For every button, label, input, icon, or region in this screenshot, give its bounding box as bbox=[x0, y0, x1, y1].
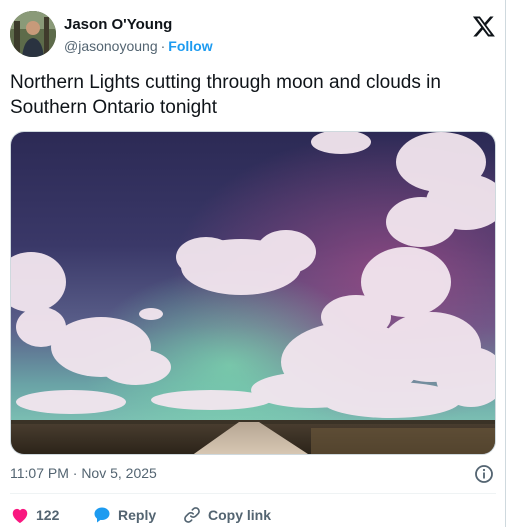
tweet-embed-card: Jason O'Young @jasonoyoung · Follow Northe… bbox=[0, 0, 506, 527]
info-icon[interactable] bbox=[474, 464, 494, 484]
author-handle-line: @jasonoyoung · Follow bbox=[64, 37, 213, 55]
reply-bubble-icon bbox=[94, 507, 110, 523]
reply-button[interactable]: Reply bbox=[92, 505, 156, 525]
tweet-media-image[interactable] bbox=[10, 131, 496, 455]
author-block: Jason O'Young @jasonoyoung · Follow bbox=[64, 16, 213, 55]
copy-link-label: Copy link bbox=[208, 507, 272, 523]
author-handle[interactable]: @jasonoyoung bbox=[64, 38, 158, 54]
tweet-header: Jason O'Young @jasonoyoung · Follow bbox=[10, 11, 498, 59]
separator-dot: · bbox=[160, 38, 166, 54]
follow-button[interactable]: Follow bbox=[168, 38, 212, 54]
tweet-text: Northern Lights cutting through moon and… bbox=[10, 72, 441, 118]
tweet-timestamp[interactable]: 11:07 PM · Nov 5, 2025 bbox=[10, 465, 157, 481]
link-icon bbox=[184, 507, 200, 523]
like-button[interactable]: 122 bbox=[10, 505, 59, 525]
x-logo-icon[interactable] bbox=[472, 14, 496, 38]
heart-icon bbox=[12, 508, 28, 523]
author-name[interactable]: Jason O'Young bbox=[64, 16, 213, 34]
tweet-actions: 122 Reply Copy link bbox=[10, 505, 500, 527]
divider bbox=[10, 493, 496, 494]
copy-link-button[interactable]: Copy link bbox=[182, 505, 271, 525]
avatar[interactable] bbox=[10, 11, 56, 57]
reply-label: Reply bbox=[118, 507, 157, 523]
like-count: 122 bbox=[36, 507, 60, 523]
